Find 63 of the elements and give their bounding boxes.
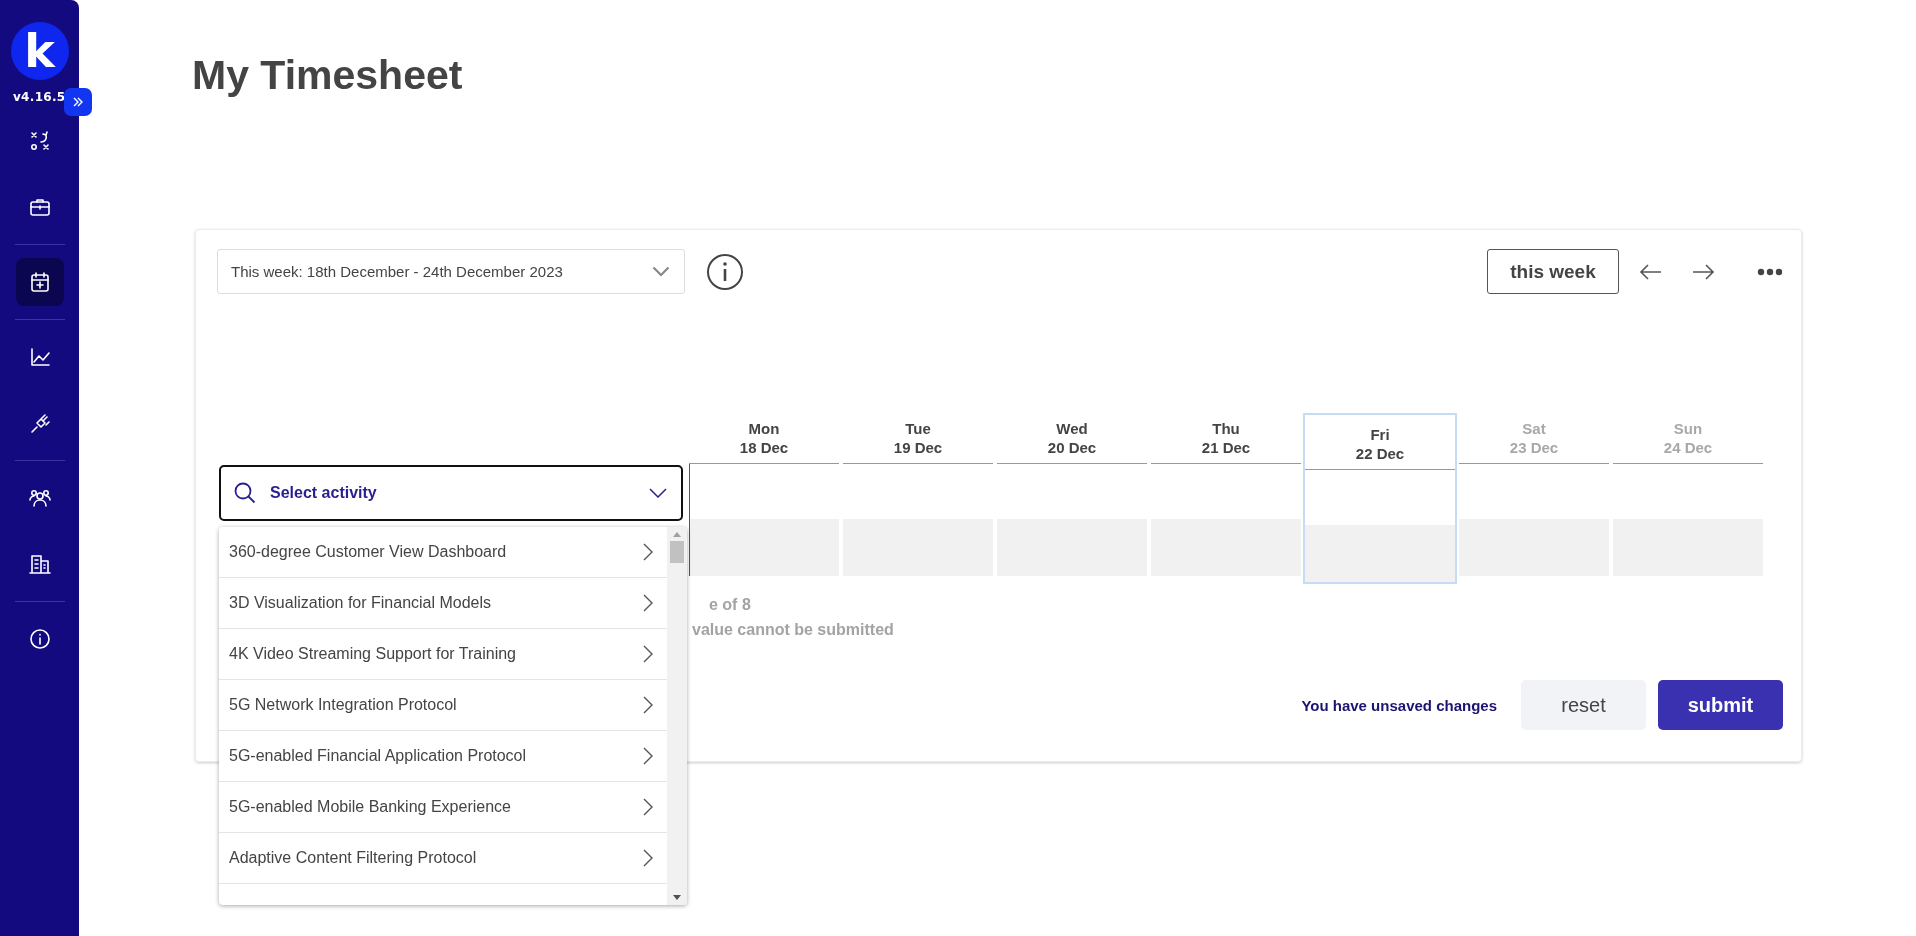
- day-name: Fri: [1370, 425, 1390, 444]
- page-title: My Timesheet: [192, 52, 463, 99]
- strategy-icon: [28, 130, 51, 152]
- more-options-button[interactable]: [1757, 267, 1783, 276]
- chevron-right-icon: [643, 696, 653, 714]
- week-select[interactable]: This week: 18th December - 24th December 2023: [217, 249, 685, 294]
- nav-item[interactable]: [15, 258, 64, 306]
- hours-cell[interactable]: [689, 519, 839, 576]
- people-icon: [28, 487, 51, 509]
- note-text: value cannot be submitted: [692, 620, 894, 640]
- plug-icon: [28, 412, 51, 434]
- day-name: Mon: [748, 419, 780, 438]
- double-chevron-icon: [71, 95, 85, 109]
- unsaved-status: You have unsaved changes: [1301, 696, 1497, 714]
- scroll-down-icon[interactable]: [672, 895, 682, 901]
- scrollbar[interactable]: [667, 527, 687, 905]
- chevron-down-icon: [649, 488, 667, 498]
- activity-option[interactable]: 5G Network Integration Protocol: [219, 680, 667, 731]
- chevron-right-icon: [643, 594, 653, 612]
- day-date: 23 Dec: [1509, 438, 1559, 457]
- day-name: Wed: [1056, 419, 1088, 438]
- activity-option[interactable]: 3D Visualization for Financial Models: [219, 578, 667, 629]
- activity-option[interactable]: 4K Video Streaming Support for Training: [219, 629, 667, 680]
- activity-option[interactable]: 5G-enabled Mobile Banking Experience: [219, 782, 667, 833]
- chevron-right-icon: [643, 747, 653, 765]
- next-week-button[interactable]: [1691, 262, 1715, 281]
- buildings-icon: [28, 553, 51, 575]
- briefcase-icon: [28, 196, 51, 218]
- search-input[interactable]: Select activity: [268, 483, 637, 503]
- info-icon: [28, 628, 51, 650]
- scrollbar-thumb[interactable]: [670, 541, 684, 563]
- note-text: e of 8: [709, 595, 751, 615]
- expand-sidebar-button[interactable]: [64, 88, 92, 116]
- chevron-down-icon: [652, 266, 670, 277]
- day-name: Sun: [1673, 419, 1703, 438]
- calendar-plus-icon: [28, 271, 51, 293]
- activity-option[interactable]: Adaptive Content Filtering Protocol: [219, 833, 667, 884]
- submit-button[interactable]: submit: [1658, 680, 1783, 730]
- search-icon: [234, 482, 256, 504]
- day-name: Tue: [905, 419, 931, 438]
- hours-cell[interactable]: [1305, 525, 1455, 582]
- day-date: 20 Dec: [1047, 438, 1097, 457]
- activity-option[interactable]: 360-degree Customer View Dashboard: [219, 527, 667, 578]
- day-date: 21 Dec: [1201, 438, 1251, 457]
- day-date: 24 Dec: [1663, 438, 1713, 457]
- chevron-right-icon: [643, 849, 653, 867]
- activity-search-field[interactable]: Select activity: [219, 465, 683, 521]
- activity-option[interactable]: 5G-enabled Financial Application Protocol: [219, 731, 667, 782]
- day-name: Sat: [1522, 419, 1546, 438]
- version-label: v4.16.5: [12, 90, 66, 104]
- line-chart-icon: [28, 346, 51, 368]
- previous-week-button[interactable]: [1639, 262, 1663, 281]
- chevron-right-icon: [643, 798, 653, 816]
- day-date: 22 Dec: [1355, 444, 1405, 463]
- this-week-button[interactable]: this week: [1487, 249, 1619, 294]
- day-date: 18 Dec: [739, 438, 789, 457]
- reset-button[interactable]: reset: [1521, 680, 1646, 730]
- day-name: Thu: [1212, 419, 1240, 438]
- day-date: 19 Dec: [893, 438, 943, 457]
- chevron-right-icon: [643, 645, 653, 663]
- chevron-right-icon: [643, 543, 653, 561]
- info-icon[interactable]: [706, 252, 744, 291]
- app-logo: k: [10, 22, 69, 80]
